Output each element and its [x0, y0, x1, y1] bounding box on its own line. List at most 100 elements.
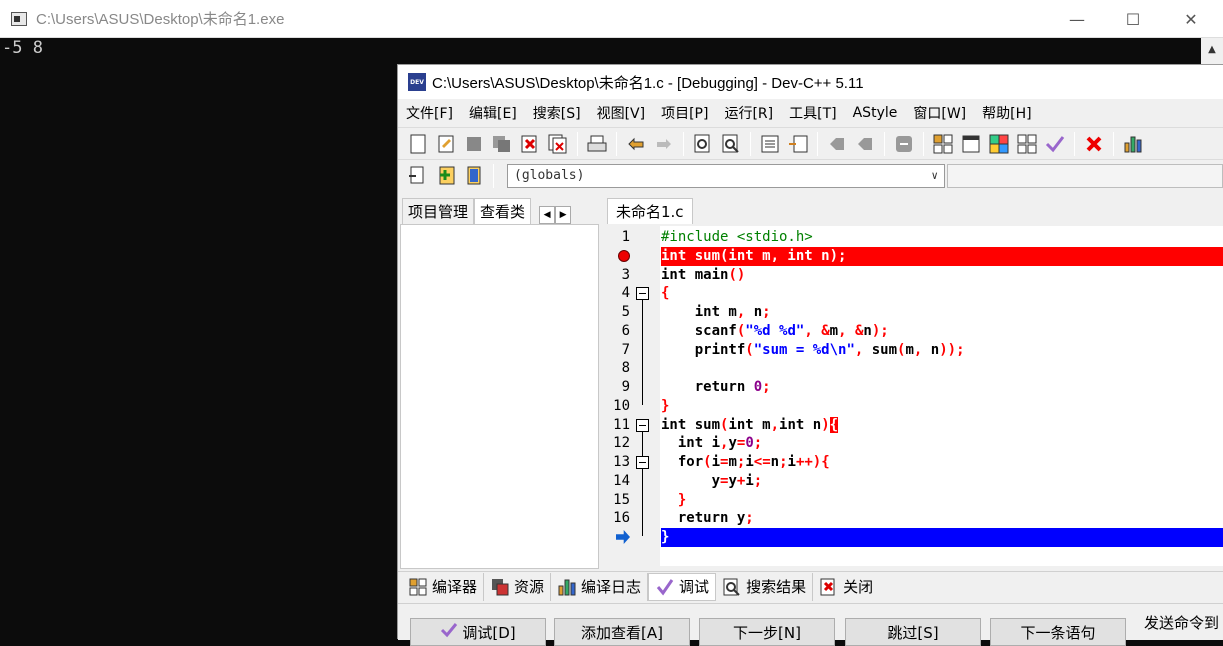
close-all-icon[interactable] [546, 132, 570, 156]
devcpp-window: DEV C:\Users\ASUS\Desktop\未命名1.c - [Debu… [397, 64, 1223, 646]
tab-compiler[interactable]: 编译器 [402, 572, 485, 601]
search-results-icon [722, 577, 742, 597]
new-project-icon[interactable] [406, 164, 430, 188]
save-icon[interactable] [462, 132, 486, 156]
check-syntax-icon[interactable] [1043, 132, 1067, 156]
line-number: 14 [613, 473, 630, 489]
debug-check-icon [440, 622, 458, 642]
save-all-icon[interactable] [490, 132, 514, 156]
tab-compile-log[interactable]: 编译日志 [551, 572, 649, 601]
compile-icon[interactable] [931, 132, 955, 156]
line-number: 8 [621, 360, 630, 376]
console-output: -5 8 [2, 38, 43, 58]
debug-button-label: 调试[D] [462, 623, 516, 642]
menu-help[interactable]: 帮助[H] [974, 103, 1039, 123]
tab-project-manager[interactable]: 项目管理 [402, 198, 475, 224]
print-icon[interactable] [585, 132, 609, 156]
menu-astyle[interactable]: AStyle [845, 105, 906, 121]
skip-button[interactable]: 跳过[S] [845, 618, 981, 646]
menu-project[interactable]: 项目[P] [653, 103, 716, 123]
line-number: 1 [621, 229, 630, 245]
new-file-icon[interactable] [406, 132, 430, 156]
tab-file[interactable]: 未命名1.c [607, 198, 693, 224]
line-number: 3 [621, 267, 630, 283]
close-file-icon[interactable] [518, 132, 542, 156]
menu-tools[interactable]: 工具[T] [781, 103, 844, 123]
add-watch-button[interactable]: 添加查看[A] [554, 618, 690, 646]
scope-select[interactable]: (globals) ∨ [507, 163, 945, 188]
tab-search-results[interactable]: 搜索结果 [716, 572, 814, 601]
bookmark-next-icon[interactable] [853, 132, 877, 156]
tab-close-label: 关闭 [843, 578, 874, 596]
maximize-button[interactable]: ☐ [1104, 0, 1162, 38]
line-number: 5 [621, 304, 630, 320]
stop-icon[interactable] [1082, 132, 1106, 156]
menu-run[interactable]: 运行[R] [716, 103, 781, 123]
code-line-current: } [661, 528, 1223, 547]
compile-log-icon [557, 577, 577, 597]
fold-toggle-icon[interactable] [636, 419, 649, 432]
indent-icon[interactable] [758, 132, 782, 156]
menu-search[interactable]: 搜索[S] [525, 103, 589, 123]
line-number: 10 [613, 398, 630, 414]
close-button[interactable]: ✕ [1162, 0, 1220, 38]
line-number: 6 [621, 323, 630, 339]
fold-toggle-icon[interactable] [636, 287, 649, 300]
tab-scroll-left-icon[interactable]: ◀ [539, 206, 556, 224]
fold-toggle-icon[interactable] [636, 456, 649, 469]
function-select[interactable] [947, 163, 1223, 188]
redo-icon[interactable] [652, 132, 676, 156]
devcpp-title: C:\Users\ASUS\Desktop\未命名1.c - [Debuggin… [432, 74, 864, 92]
undo-icon[interactable] [624, 132, 648, 156]
code-line: scanf("%d %d", &m, &n); [661, 323, 889, 339]
compile-run-icon[interactable] [987, 132, 1011, 156]
breakpoint-icon[interactable] [618, 250, 630, 262]
line-number: 11 [613, 417, 630, 433]
resources-icon [490, 577, 510, 597]
find-icon[interactable] [691, 132, 715, 156]
devcpp-title-bar: DEV C:\Users\ASUS\Desktop\未命名1.c - [Debu… [398, 65, 1223, 99]
line-number: 15 [613, 492, 630, 508]
tab-compiler-label: 编译器 [432, 578, 478, 596]
code-line: { [661, 285, 670, 301]
next-statement-button[interactable]: 下一条语句 [990, 618, 1126, 646]
editor-tab-bar: 未命名1.c [605, 196, 1223, 224]
next-step-button[interactable]: 下一步[N] [699, 618, 835, 646]
menu-edit[interactable]: 编辑[E] [461, 103, 525, 123]
tab-debug[interactable]: 调试 [648, 572, 717, 601]
menu-window[interactable]: 窗口[W] [905, 103, 974, 123]
line-number: 12 [613, 435, 630, 451]
tab-search-results-label: 搜索结果 [746, 578, 807, 596]
project-tree[interactable] [400, 224, 599, 569]
minimize-button[interactable]: — [1048, 0, 1106, 38]
code-line: return 0; [661, 379, 771, 395]
replace-icon[interactable] [719, 132, 743, 156]
bookmark-prev-icon[interactable] [825, 132, 849, 156]
code-line: return y; [661, 510, 754, 526]
menu-view[interactable]: 视图[V] [589, 103, 654, 123]
code-editor[interactable]: 1 #include <stdio.h> int sum(int m, int … [608, 226, 1223, 566]
remove-from-project-icon[interactable] [462, 164, 486, 188]
run-icon[interactable] [959, 132, 983, 156]
scroll-up-icon[interactable]: ▲ [1201, 38, 1223, 60]
open-file-icon[interactable] [434, 132, 458, 156]
tab-debug-label: 调试 [679, 578, 710, 596]
tab-scroll-right-icon[interactable]: ▶ [555, 206, 572, 224]
rebuild-icon[interactable] [1015, 132, 1039, 156]
code-line: } [677, 492, 687, 508]
tab-close[interactable]: 关闭 [813, 573, 879, 601]
tab-resources[interactable]: 资源 [484, 572, 552, 601]
comment-icon[interactable] [892, 132, 916, 156]
debug-controls: 调试[D] 添加查看[A] 下一步[N] 跳过[S] 下一条语句 发送命令到 [398, 603, 1223, 646]
tab-class-browser[interactable]: 查看类 [474, 198, 532, 224]
execution-pointer-icon [616, 530, 630, 544]
code-line: } [661, 398, 670, 414]
unindent-icon[interactable] [786, 132, 810, 156]
add-to-project-icon[interactable] [434, 164, 458, 188]
profile-icon[interactable] [1121, 132, 1145, 156]
debug-button[interactable]: 调试[D] [410, 618, 546, 646]
code-line: int m, n; [661, 304, 771, 320]
code-line: y=y+i; [661, 473, 763, 489]
menu-file[interactable]: 文件[F] [398, 103, 461, 123]
line-number: 7 [621, 342, 630, 358]
